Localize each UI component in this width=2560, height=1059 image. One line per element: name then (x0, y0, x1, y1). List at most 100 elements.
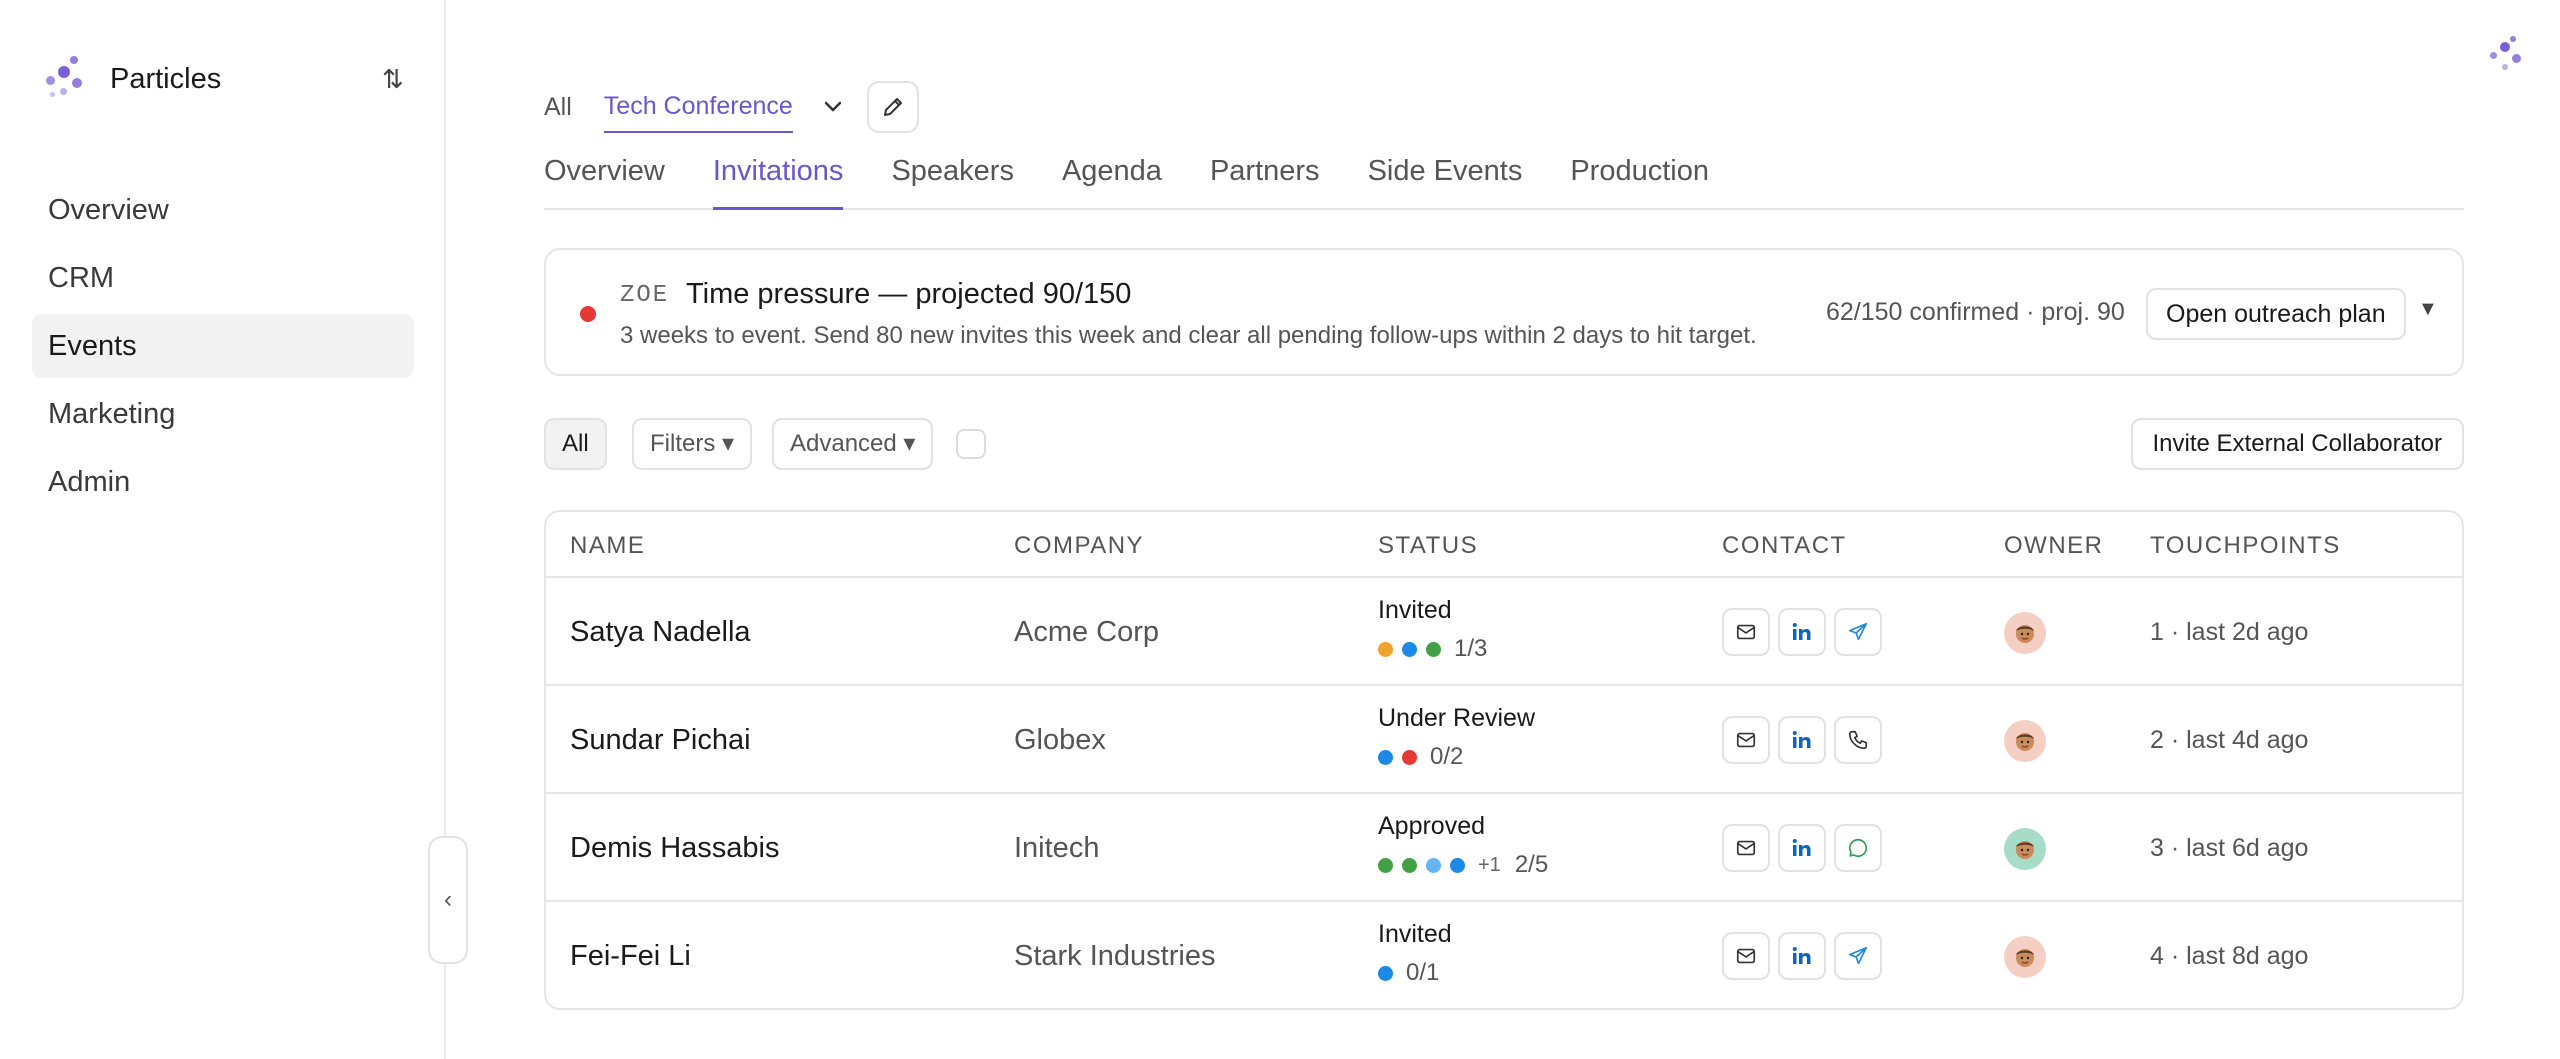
linkedin-icon (1790, 728, 1814, 752)
tab-side-events[interactable]: Side Events (1368, 148, 1523, 210)
event-context-bar: All Tech Conference (544, 81, 919, 133)
touchpoints: 4 · last 8d ago (2150, 942, 2309, 970)
mail-icon (1735, 621, 1757, 643)
invitations-table: NAME COMPANY STATUS CONTACT OWNER TOUCHP… (544, 510, 2464, 1010)
contact-phone-button[interactable] (1834, 716, 1882, 764)
chevron-down-icon[interactable] (823, 94, 843, 120)
expand-alert-icon[interactable]: ▼ (2418, 298, 2438, 321)
owner-avatar[interactable] (2004, 828, 2046, 870)
advanced-dropdown[interactable]: Advanced ▾ (772, 418, 934, 470)
pencil-icon (883, 98, 902, 116)
collapse-sidebar-button[interactable]: ‹ (428, 836, 468, 964)
tab-invitations[interactable]: Invitations (712, 148, 844, 210)
tab-speakers[interactable]: Speakers (891, 148, 1014, 210)
invite-external-collaborator-button[interactable]: Invite External Collaborator (2130, 418, 2464, 470)
status-label: Invited (1378, 920, 1452, 948)
contact-linkedin-button[interactable] (1778, 932, 1826, 980)
header-contact: CONTACT (1722, 532, 1847, 559)
invitee-company: Globex (1014, 724, 1106, 756)
contact-mail-button[interactable] (1722, 608, 1770, 656)
sidebar-item-crm[interactable]: CRM (32, 246, 414, 310)
filters-dropdown[interactable]: Filters ▾ (632, 418, 753, 470)
touchpoint-dot (1402, 749, 1417, 765)
contact-linkedin-button[interactable] (1778, 716, 1826, 764)
invitee-name[interactable]: Demis Hassabis (570, 832, 780, 865)
status-steps: 1/3 (1378, 635, 1487, 663)
status-cell[interactable]: Invited 1/3 (1378, 596, 1487, 663)
touchpoint-dot (1450, 857, 1465, 873)
tab-partners[interactable]: Partners (1210, 148, 1320, 210)
contact-linkedin-button[interactable] (1778, 824, 1826, 872)
alert-card: ZOE Time pressure — projected 90/150 3 w… (544, 248, 2464, 376)
extra-steps-count: +1 (1478, 853, 1501, 876)
contact-send-button[interactable] (1834, 932, 1882, 980)
status-cell[interactable]: Invited 0/1 (1378, 920, 1452, 987)
contact-mail-button[interactable] (1722, 932, 1770, 980)
select-all-checkbox[interactable] (956, 429, 986, 459)
contact-whatsapp-button[interactable] (1834, 824, 1882, 872)
contact-actions (1722, 608, 1890, 656)
status-steps: 0/2 (1378, 743, 1535, 771)
touchpoint-dot (1378, 965, 1393, 981)
table-row[interactable]: Fei-Fei Li Stark Industries Invited 0/1 … (546, 902, 2462, 1008)
avatar-face-icon (2016, 625, 2034, 643)
touchpoints: 2 · last 4d ago (2150, 726, 2309, 754)
status-progress: 0/1 (1406, 959, 1440, 986)
touchpoints: 1 · last 2d ago (2150, 618, 2309, 646)
filter-all-button[interactable]: All (544, 418, 607, 470)
sidebar-item-overview[interactable]: Overview (32, 178, 414, 242)
table-row[interactable]: Sundar Pichai Globex Under Review 0/2 2 … (546, 686, 2462, 794)
context-all-link[interactable]: All (544, 93, 572, 122)
owner-avatar[interactable] (2004, 720, 2046, 762)
table-row[interactable]: Satya Nadella Acme Corp Invited 1/3 1 · … (546, 578, 2462, 686)
table-row[interactable]: Demis Hassabis Initech Approved +1 2/5 3 … (546, 794, 2462, 902)
header-company[interactable]: COMPANY (1014, 532, 1144, 560)
touchpoint-dot (1402, 641, 1417, 657)
contact-actions (1722, 716, 1890, 764)
invitee-company: Acme Corp (1014, 616, 1160, 648)
mail-icon (1735, 729, 1757, 751)
avatar-face-icon (2016, 841, 2034, 859)
alert-confirmed-count: 62/150 confirmed · proj. 90 (1826, 298, 2125, 326)
tab-overview[interactable]: Overview (544, 148, 665, 210)
edit-event-button[interactable] (866, 81, 919, 133)
brand[interactable]: Particles (44, 56, 221, 102)
status-cell[interactable]: Approved +1 2/5 (1378, 812, 1548, 879)
owner-avatar[interactable] (2004, 612, 2046, 654)
header-name[interactable]: NAME (570, 532, 645, 560)
status-cell[interactable]: Under Review 0/2 (1378, 704, 1535, 771)
linkedin-icon (1790, 944, 1814, 968)
filter-bar: All Filters ▾ Advanced ▾ Invite External… (544, 418, 2464, 470)
event-tabs: Overview Invitations Speakers Agenda Par… (544, 148, 2464, 210)
context-event-selector[interactable]: Tech Conference (603, 92, 793, 133)
tab-agenda[interactable]: Agenda (1062, 148, 1162, 210)
avatar-face-icon (2016, 949, 2034, 967)
contact-send-button[interactable] (1834, 608, 1882, 656)
corner-logo-icon[interactable] (2488, 36, 2528, 76)
touchpoint-dot (1378, 641, 1393, 657)
contact-mail-button[interactable] (1722, 716, 1770, 764)
switch-workspace-icon[interactable]: ⇅ (382, 64, 404, 95)
header-touchpoints[interactable]: TOUCHPOINTS (2150, 532, 2341, 560)
touchpoint-dot (1378, 857, 1393, 873)
sidebar-item-events[interactable]: Events (32, 314, 414, 378)
owner-avatar[interactable] (2004, 936, 2046, 978)
avatar-face-icon (2016, 733, 2034, 751)
invitee-name[interactable]: Fei-Fei Li (570, 940, 691, 973)
contact-linkedin-button[interactable] (1778, 608, 1826, 656)
linkedin-icon (1790, 620, 1814, 644)
status-label: Invited (1378, 596, 1452, 624)
sidebar-nav: Overview CRM Events Marketing Admin (32, 178, 414, 518)
mail-icon (1735, 837, 1757, 859)
sidebar-item-admin[interactable]: Admin (32, 450, 414, 514)
sidebar-item-marketing[interactable]: Marketing (32, 382, 414, 446)
status-label: Approved (1378, 812, 1486, 840)
contact-actions (1722, 932, 1890, 980)
invitee-name[interactable]: Satya Nadella (570, 616, 751, 649)
open-outreach-plan-button[interactable]: Open outreach plan (2146, 288, 2406, 340)
contact-mail-button[interactable] (1722, 824, 1770, 872)
invitee-name[interactable]: Sundar Pichai (570, 724, 751, 757)
tab-production[interactable]: Production (1570, 148, 1709, 210)
header-owner[interactable]: OWNER (2004, 532, 2104, 560)
header-status[interactable]: STATUS (1378, 532, 1478, 560)
